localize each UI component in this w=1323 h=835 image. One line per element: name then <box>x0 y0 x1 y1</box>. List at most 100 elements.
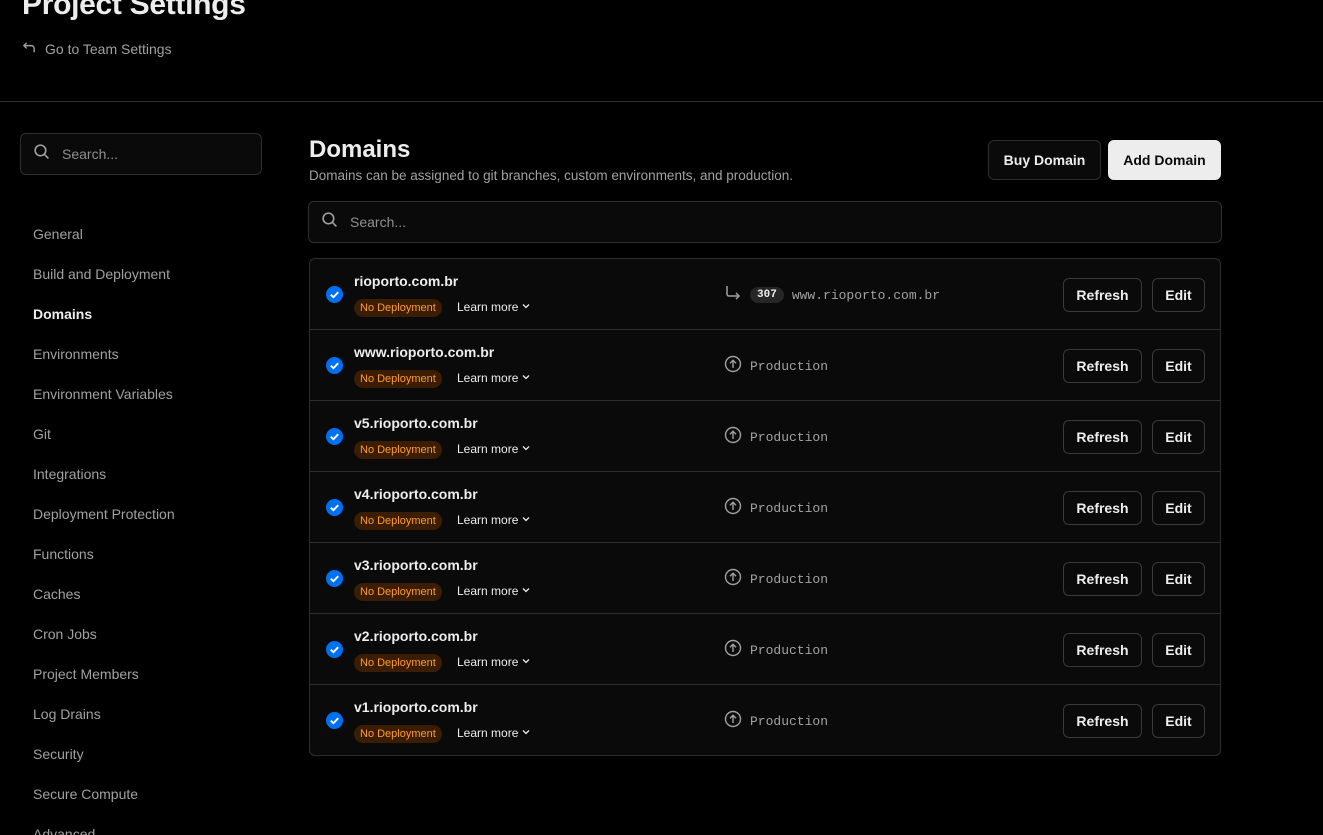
header-divider <box>0 101 1323 102</box>
no-deployment-badge: No Deployment <box>354 725 442 743</box>
sidebar-item-integrations[interactable]: Integrations <box>33 462 175 502</box>
sidebar-item-caches[interactable]: Caches <box>33 582 175 622</box>
learn-more-dropdown[interactable]: Learn more <box>457 726 531 740</box>
learn-more-dropdown[interactable]: Learn more <box>457 371 531 385</box>
domain-name-link[interactable]: v1.rioporto.com.br <box>354 699 478 715</box>
sidebar-item-cron-jobs[interactable]: Cron Jobs <box>33 622 175 662</box>
edit-button[interactable]: Edit <box>1152 491 1205 525</box>
production-environment-icon <box>724 355 742 377</box>
domain-target: Production <box>724 639 828 661</box>
sidebar-item-functions[interactable]: Functions <box>33 542 175 582</box>
domain-row: v5.rioporto.com.br No Deployment Learn mor… <box>310 401 1220 472</box>
refresh-button[interactable]: Refresh <box>1063 349 1142 383</box>
verified-check-icon <box>326 499 343 516</box>
domain-row: v1.rioporto.com.br No Deployment Learn mor… <box>310 685 1220 755</box>
sidebar-nav: General Build and Deployment Domains Enviro… <box>33 222 175 835</box>
domain-row: v4.rioporto.com.br No Deployment Learn mor… <box>310 472 1220 543</box>
edit-button[interactable]: Edit <box>1152 420 1205 454</box>
edit-button[interactable]: Edit <box>1152 704 1205 738</box>
redirect-target[interactable]: www.rioporto.com.br <box>792 288 940 303</box>
domain-name-link[interactable]: www.rioporto.com.br <box>354 344 494 360</box>
environment-label: Production <box>750 571 829 587</box>
learn-more-dropdown[interactable]: Learn more <box>457 584 531 598</box>
edit-button[interactable]: Edit <box>1152 633 1205 667</box>
domain-name-link[interactable]: v3.rioporto.com.br <box>354 557 478 573</box>
domain-name-link[interactable]: v4.rioporto.com.br <box>354 486 478 502</box>
learn-more-label: Learn more <box>457 655 519 669</box>
sidebar-item-deployment-protection[interactable]: Deployment Protection <box>33 502 175 542</box>
production-environment-icon <box>724 568 742 590</box>
verified-check-icon <box>326 641 343 658</box>
chevron-down-icon <box>521 513 531 527</box>
buy-domain-button[interactable]: Buy Domain <box>988 140 1101 180</box>
domain-name-link[interactable]: v2.rioporto.com.br <box>354 628 478 644</box>
edit-button[interactable]: Edit <box>1152 562 1205 596</box>
production-environment-icon <box>724 497 742 519</box>
domain-name-link[interactable]: v5.rioporto.com.br <box>354 415 478 431</box>
no-deployment-badge: No Deployment <box>354 654 442 672</box>
environment-label: Production <box>750 713 829 729</box>
no-deployment-badge: No Deployment <box>354 512 442 530</box>
learn-more-dropdown[interactable]: Learn more <box>457 655 531 669</box>
add-domain-button[interactable]: Add Domain <box>1108 140 1221 180</box>
refresh-button[interactable]: Refresh <box>1063 704 1142 738</box>
learn-more-dropdown[interactable]: Learn more <box>457 300 531 314</box>
edit-button[interactable]: Edit <box>1152 278 1205 312</box>
verified-check-icon <box>326 357 343 374</box>
environment-label: Production <box>750 500 829 516</box>
domain-target: 307 www.rioporto.com.br <box>724 284 940 306</box>
verified-check-icon <box>326 570 343 587</box>
domain-target: Production <box>724 426 828 448</box>
learn-more-label: Learn more <box>457 300 519 314</box>
domain-name-link[interactable]: rioporto.com.br <box>354 273 458 289</box>
sidebar-item-advanced[interactable]: Advanced <box>33 822 175 835</box>
learn-more-label: Learn more <box>457 371 519 385</box>
sidebar-item-secure-compute[interactable]: Secure Compute <box>33 782 175 822</box>
sidebar-item-security[interactable]: Security <box>33 742 175 782</box>
domain-search-input[interactable] <box>350 214 1150 230</box>
redirect-arrow-icon <box>724 284 742 306</box>
chevron-down-icon <box>521 442 531 456</box>
sidebar-item-domains[interactable]: Domains <box>33 302 175 342</box>
return-arrow-icon <box>22 40 37 58</box>
sidebar-search-input[interactable] <box>62 146 242 162</box>
learn-more-dropdown[interactable]: Learn more <box>457 442 531 456</box>
refresh-button[interactable]: Refresh <box>1063 562 1142 596</box>
section-description: Domains can be assigned to git branches,… <box>309 168 794 183</box>
production-environment-icon <box>724 639 742 661</box>
edit-button[interactable]: Edit <box>1152 349 1205 383</box>
refresh-button[interactable]: Refresh <box>1063 278 1142 312</box>
sidebar-item-build-and-deployment[interactable]: Build and Deployment <box>33 262 175 302</box>
refresh-button[interactable]: Refresh <box>1063 491 1142 525</box>
redirect-status-code: 307 <box>750 287 784 303</box>
chevron-down-icon <box>521 300 531 314</box>
learn-more-label: Learn more <box>457 726 519 740</box>
sidebar-search-field[interactable] <box>20 133 262 175</box>
production-environment-icon <box>724 426 742 448</box>
domain-target: Production <box>724 355 828 377</box>
sidebar-item-environments[interactable]: Environments <box>33 342 175 382</box>
learn-more-label: Learn more <box>457 442 519 456</box>
no-deployment-badge: No Deployment <box>354 299 442 317</box>
search-icon <box>33 143 50 165</box>
domain-row: v3.rioporto.com.br No Deployment Learn mor… <box>310 543 1220 614</box>
domain-row: v2.rioporto.com.br No Deployment Learn mor… <box>310 614 1220 685</box>
sidebar-item-environment-variables[interactable]: Environment Variables <box>33 382 175 422</box>
sidebar-item-general[interactable]: General <box>33 222 175 262</box>
sidebar-item-git[interactable]: Git <box>33 422 175 462</box>
learn-more-label: Learn more <box>457 513 519 527</box>
learn-more-dropdown[interactable]: Learn more <box>457 513 531 527</box>
refresh-button[interactable]: Refresh <box>1063 633 1142 667</box>
sidebar-item-log-drains[interactable]: Log Drains <box>33 702 175 742</box>
section-title: Domains <box>309 136 411 163</box>
domain-target: Production <box>724 710 828 732</box>
environment-label: Production <box>750 358 829 374</box>
back-to-team-settings-link[interactable]: Go to Team Settings <box>22 40 172 58</box>
verified-check-icon <box>326 286 343 303</box>
domain-search-field[interactable] <box>308 201 1222 243</box>
no-deployment-badge: No Deployment <box>354 441 442 459</box>
refresh-button[interactable]: Refresh <box>1063 420 1142 454</box>
verified-check-icon <box>326 712 343 729</box>
sidebar-item-project-members[interactable]: Project Members <box>33 662 175 702</box>
chevron-down-icon <box>521 371 531 385</box>
